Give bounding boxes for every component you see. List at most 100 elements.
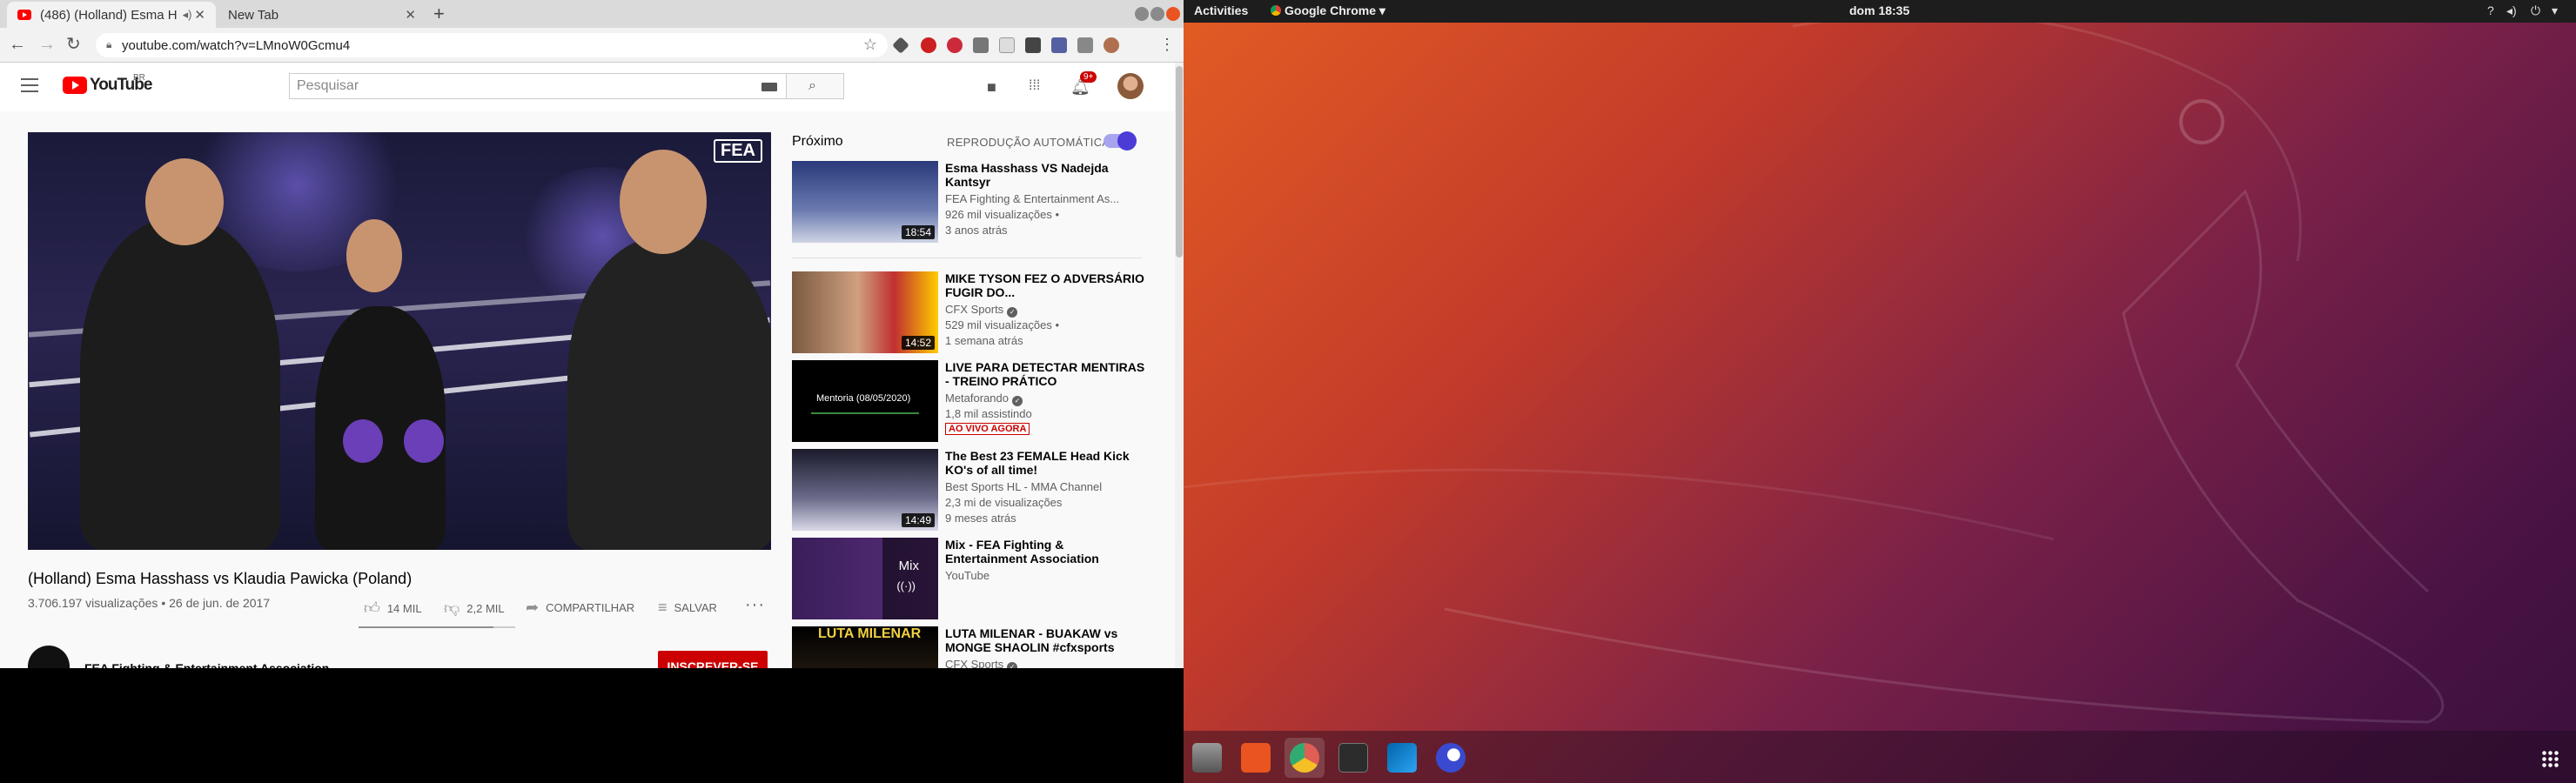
extension-icon[interactable]: [1025, 37, 1041, 53]
terminal-icon[interactable]: [1338, 743, 1368, 773]
profile-avatar-icon[interactable]: [1104, 37, 1119, 53]
help-icon[interactable]: ?: [2487, 3, 2494, 17]
recommendation-item[interactable]: 14:52 MIKE TYSON FEZ O ADVERSÁRIO FUGIR …: [792, 271, 1157, 357]
extension-icon[interactable]: [973, 37, 989, 53]
chrome-icon[interactable]: [1285, 738, 1325, 778]
video-player[interactable]: FEA: [28, 132, 771, 550]
recommendation-item[interactable]: 14:49 The Best 23 FEMALE Head Kick KO's …: [792, 449, 1157, 534]
close-tab-icon[interactable]: ✕: [194, 7, 205, 23]
recommendation-channel[interactable]: FEA Fighting & Entertainment As...: [945, 192, 1119, 205]
like-sentiment-bar: [359, 626, 515, 628]
system-menu-arrow-icon[interactable]: ▾: [2552, 3, 2558, 18]
recommendation-title[interactable]: Esma Hasshass VS Nadejda Kantsyr: [945, 161, 1145, 189]
files-icon[interactable]: [1192, 743, 1222, 773]
maximize-window-button[interactable]: [1150, 7, 1164, 21]
new-tab-button[interactable]: +: [433, 4, 445, 23]
recommendation-channel[interactable]: Best Sports HL - MMA Channel: [945, 480, 1102, 493]
thumbnail-caption: LUTA MILENAR: [818, 626, 922, 641]
video-thumbnail[interactable]: LUTA MILENAR: [792, 626, 938, 668]
minimize-window-button[interactable]: [1135, 7, 1149, 21]
search-input[interactable]: [297, 78, 749, 94]
recommendation-title[interactable]: LUTA MILENAR - BUAKAW vs MONGE SHAOLIN #…: [945, 626, 1145, 654]
scrollbar-thumb[interactable]: [1176, 66, 1183, 258]
page-scrollbar[interactable]: [1175, 63, 1184, 668]
back-arrow-icon[interactable]: ←: [9, 35, 26, 54]
search-button[interactable]: ⌕: [787, 73, 844, 99]
volume-icon[interactable]: ◂): [2506, 3, 2517, 18]
recommendation-item[interactable]: Mix ((·)) Mix - FEA Fighting & Entertain…: [792, 538, 1157, 623]
verified-check-icon: ✓: [1007, 662, 1018, 668]
video-thumbnail[interactable]: 14:52: [792, 271, 938, 353]
create-video-icon[interactable]: ■: [987, 78, 996, 97]
close-tab-icon[interactable]: ✕: [405, 7, 416, 23]
menu-hamburger-icon[interactable]: [21, 78, 38, 92]
app-icon[interactable]: [1436, 743, 1466, 773]
recommendation-channel-row[interactable]: Metaforando ✓: [945, 392, 1023, 406]
recommendation-item[interactable]: Mentoria (08/05/2020) LIVE PARA DETECTAR…: [792, 360, 1157, 445]
extension-icon[interactable]: [947, 37, 963, 53]
channel-name[interactable]: FEA Fighting & Entertainment Association: [84, 661, 329, 668]
power-icon[interactable]: ⏻: [2531, 3, 2540, 18]
channel-avatar[interactable]: [28, 646, 70, 668]
recommendation-title[interactable]: MIKE TYSON FEZ O ADVERSÁRIO FUGIR DO...: [945, 271, 1145, 299]
bookmark-star-icon[interactable]: ☆: [863, 36, 877, 54]
youtube-main: FEA (Holland) Esma Hasshass vs Klaudia P…: [0, 111, 1175, 668]
like-sentiment-fill: [359, 626, 493, 628]
tab-new-tab[interactable]: New Tab ✕: [218, 2, 426, 28]
autoplay-toggle[interactable]: [1104, 131, 1137, 151]
extension-icon[interactable]: [1051, 37, 1067, 53]
recommendation-title[interactable]: Mix - FEA Fighting & Entertainment Assoc…: [945, 538, 1145, 566]
thumbnail-caption: Mentoria (08/05/2020): [816, 393, 911, 404]
live-viewers: 1,8 mil assistindo: [945, 407, 1032, 420]
red-extension-icon[interactable]: [921, 37, 936, 53]
recommendation-channel[interactable]: YouTube: [945, 569, 989, 582]
dislike-button[interactable]: 👎︎ 2,2 MIL: [444, 599, 505, 618]
address-bar[interactable]: 🔒︎ youtube.com/watch?v=LMnoW0Gcmu4 ☆: [96, 33, 888, 57]
recommendation-channel-row[interactable]: CFX Sports ✓: [945, 658, 1018, 668]
forward-arrow-icon[interactable]: →: [38, 35, 56, 54]
more-actions-icon[interactable]: ···: [745, 595, 765, 615]
recommendation-item[interactable]: 18:54 Esma Hasshass VS Nadejda Kantsyr F…: [792, 161, 1157, 246]
tab-youtube[interactable]: (486) (Holland) Esma H ◂) ✕: [7, 2, 216, 28]
recommendation-views: 2,3 mi de visualizações: [945, 496, 1063, 509]
video-thumbnail[interactable]: 14:49: [792, 449, 938, 531]
browser-toolbar: ← → ↻ 🔒︎ youtube.com/watch?v=LMnoW0Gcmu4…: [0, 28, 1184, 63]
share-arrow-icon: ➦: [526, 599, 540, 616]
like-button[interactable]: 👍︎ 14 MIL: [364, 599, 422, 618]
eyedropper-extension-icon[interactable]: [892, 37, 909, 54]
recommendation-channel: CFX Sports: [945, 303, 1004, 316]
youtube-logo-icon[interactable]: [63, 77, 87, 94]
share-button[interactable]: ➦ COMPARTILHAR: [526, 599, 634, 617]
verified-check-icon: ✓: [1007, 307, 1018, 318]
save-button[interactable]: ≡ SALVAR: [658, 599, 717, 617]
recommendation-title[interactable]: The Best 23 FEMALE Head Kick KO's of all…: [945, 449, 1145, 477]
recommendation-item[interactable]: LUTA MILENAR LUTA MILENAR - BUAKAW vs MO…: [792, 626, 1157, 668]
software-center-icon[interactable]: [1241, 743, 1271, 773]
app-menu-label: Google Chrome: [1285, 3, 1377, 17]
close-window-button[interactable]: [1166, 7, 1180, 21]
apps-grid-icon[interactable]: ⁞⁞⁞: [1029, 78, 1040, 94]
share-label: COMPARTILHAR: [546, 601, 635, 614]
extension-icon[interactable]: [999, 37, 1015, 53]
subscribe-button[interactable]: INSCREVER-SE: [658, 651, 768, 668]
region-code: BR: [133, 73, 145, 83]
video-thumbnail[interactable]: Mix ((·)): [792, 538, 938, 619]
clock[interactable]: dom 18:35: [1849, 3, 1909, 17]
channel-watermark[interactable]: FEA: [714, 139, 762, 163]
recommendation-title[interactable]: LIVE PARA DETECTAR MENTIRAS - TREINO PRÁ…: [945, 360, 1145, 388]
app-menu[interactable]: Google Chrome ▾: [1271, 3, 1385, 18]
activities-button[interactable]: Activities: [1194, 3, 1248, 17]
reload-icon[interactable]: ↻: [66, 35, 81, 54]
browser-menu-icon[interactable]: ⋮: [1159, 35, 1175, 54]
keyboard-icon[interactable]: [761, 83, 777, 91]
up-next-heading: Próximo: [792, 134, 843, 149]
recommendation-channel-row[interactable]: CFX Sports ✓: [945, 303, 1018, 318]
video-thumbnail[interactable]: 18:54: [792, 161, 938, 243]
vscode-icon[interactable]: [1387, 743, 1417, 773]
video-thumbnail[interactable]: Mentoria (08/05/2020): [792, 360, 938, 442]
account-avatar[interactable]: [1117, 73, 1144, 99]
reading-list-icon[interactable]: [1077, 37, 1093, 53]
wallpaper-shape: [1184, 468, 2055, 541]
video-duration: 14:49: [901, 513, 935, 527]
show-applications-icon[interactable]: [2541, 750, 2560, 769]
